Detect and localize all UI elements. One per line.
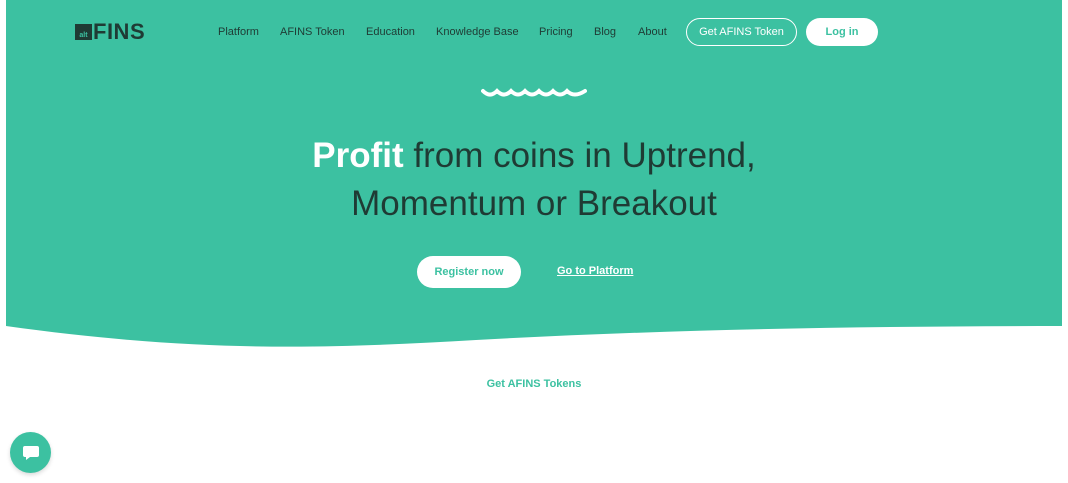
nav-item-pricing[interactable]: Pricing	[539, 25, 573, 39]
nav-item-education[interactable]: Education	[366, 25, 415, 39]
waves-icon	[481, 88, 587, 97]
nav-item-blog[interactable]: Blog	[594, 25, 616, 39]
logo-wordmark: FINS	[93, 19, 146, 44]
register-now-button[interactable]: Register now	[417, 256, 521, 288]
headline-line1-rest: from coins in Uptrend,	[403, 136, 756, 175]
headline-highlight: Profit	[312, 136, 404, 175]
headline-line2: Momentum or Breakout	[351, 184, 717, 223]
chat-bubble-icon	[22, 445, 39, 460]
get-afins-tokens-link[interactable]: Get AFINS Tokens	[0, 378, 1068, 390]
login-button[interactable]: Log in	[806, 18, 878, 46]
nav-item-platform[interactable]: Platform	[218, 25, 259, 39]
logo-badge: alt	[75, 24, 92, 40]
hero-bottom-curve	[6, 324, 1062, 347]
altfins-logo[interactable]: alt FINS	[75, 19, 146, 44]
nav-item-knowledge-base[interactable]: Knowledge Base	[436, 25, 519, 39]
get-afins-token-button[interactable]: Get AFINS Token	[686, 18, 797, 46]
hero-headline: Profit from coins in Uptrend, Momentum o…	[0, 132, 1068, 228]
chat-button[interactable]	[10, 432, 51, 473]
go-to-platform-link[interactable]: Go to Platform	[557, 265, 633, 277]
nav-item-about[interactable]: About	[638, 25, 667, 39]
nav-item-afins-token[interactable]: AFINS Token	[280, 25, 345, 39]
